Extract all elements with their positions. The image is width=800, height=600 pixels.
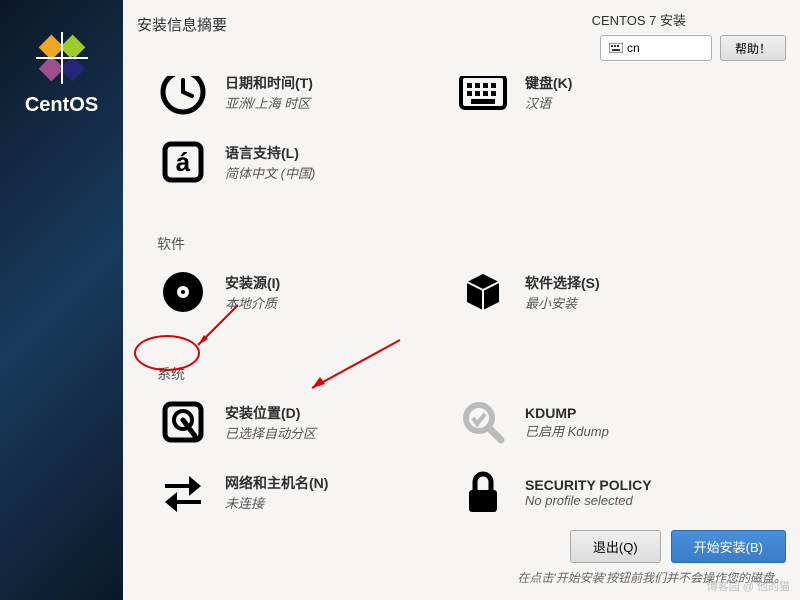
watermark: 博客园 @ 他的猫 [707, 578, 790, 594]
language-icon: á [157, 136, 209, 188]
content-area: 日期和时间(T) 亚洲/上海 时区 键盘(K) 汉语 á 语言支持(L) [123, 76, 800, 530]
disc-icon [157, 266, 209, 318]
keyboard-large-icon [457, 76, 509, 118]
keyboard-icon [609, 43, 623, 53]
spoke-keyboard[interactable]: 键盘(K) 汉语 [457, 76, 757, 118]
lock-icon [457, 466, 509, 518]
keyboard-layout-label: cn [627, 41, 640, 55]
spoke-kdump[interactable]: KDUMP 已启用 Kdump [457, 396, 757, 448]
spoke-status: 亚洲/上海 时区 [225, 93, 313, 112]
spoke-title: 安装位置(D) [225, 403, 316, 423]
spoke-status: 简体中文 (中国) [225, 163, 315, 182]
spoke-title: 安装源(I) [225, 273, 280, 293]
svg-text:á: á [176, 147, 191, 177]
spoke-status: 本地介质 [225, 293, 280, 312]
footer: 退出(Q) 开始安装(B) 在点击'开始安装'按钮前我们并不会操作您的磁盘。 [123, 530, 800, 600]
begin-install-button[interactable]: 开始安装(B) [671, 530, 786, 563]
spoke-title: 网络和主机名(N) [225, 473, 328, 493]
spoke-title: 日期和时间(T) [225, 76, 313, 93]
quit-button[interactable]: 退出(Q) [570, 530, 661, 563]
spoke-network[interactable]: 网络和主机名(N) 未连接 [157, 466, 457, 518]
spoke-title: 软件选择(S) [525, 273, 600, 293]
spoke-status: 已选择自动分区 [225, 423, 316, 442]
magnifier-icon [457, 396, 509, 448]
topbar: 安装信息摘要 CENTOS 7 安装 cn 帮助！ [123, 0, 800, 76]
spoke-title: KDUMP [525, 405, 609, 421]
spoke-status: 最小安装 [525, 293, 600, 312]
clock-icon [157, 76, 209, 118]
section-heading-software: 软件 [157, 234, 780, 254]
spoke-security-policy[interactable]: SECURITY POLICY No profile selected [457, 466, 757, 518]
spoke-install-source[interactable]: 安装源(I) 本地介质 [157, 266, 457, 318]
spoke-status: 汉语 [525, 93, 572, 112]
spoke-status: 未连接 [225, 493, 328, 512]
page-title: 安装信息摘要 [137, 10, 227, 76]
main-panel: 安装信息摘要 CENTOS 7 安装 cn 帮助！ 日期和时间(T) 亚洲/上海 [123, 0, 800, 600]
spoke-title: 键盘(K) [525, 76, 572, 93]
sidebar: CentOS [0, 0, 123, 600]
spoke-status: No profile selected [525, 493, 652, 508]
spoke-software-selection[interactable]: 软件选择(S) 最小安装 [457, 266, 757, 318]
keyboard-layout-selector[interactable]: cn [600, 35, 712, 61]
spoke-install-destination[interactable]: 安装位置(D) 已选择自动分区 [157, 396, 457, 448]
network-icon [157, 466, 209, 518]
installer-context: CENTOS 7 安装 [592, 10, 686, 29]
spoke-language[interactable]: á 语言支持(L) 简体中文 (中国) [157, 136, 457, 188]
centos-logo-icon [34, 30, 90, 86]
spoke-title: SECURITY POLICY [525, 477, 652, 493]
spoke-status: 已启用 Kdump [525, 421, 609, 440]
spoke-title: 语言支持(L) [225, 143, 315, 163]
package-icon [457, 266, 509, 318]
help-button[interactable]: 帮助！ [720, 35, 786, 61]
spoke-datetime[interactable]: 日期和时间(T) 亚洲/上海 时区 [157, 76, 457, 118]
harddisk-icon [157, 396, 209, 448]
section-heading-system: 系统 [157, 364, 780, 384]
sidebar-brand: CentOS [25, 94, 98, 117]
